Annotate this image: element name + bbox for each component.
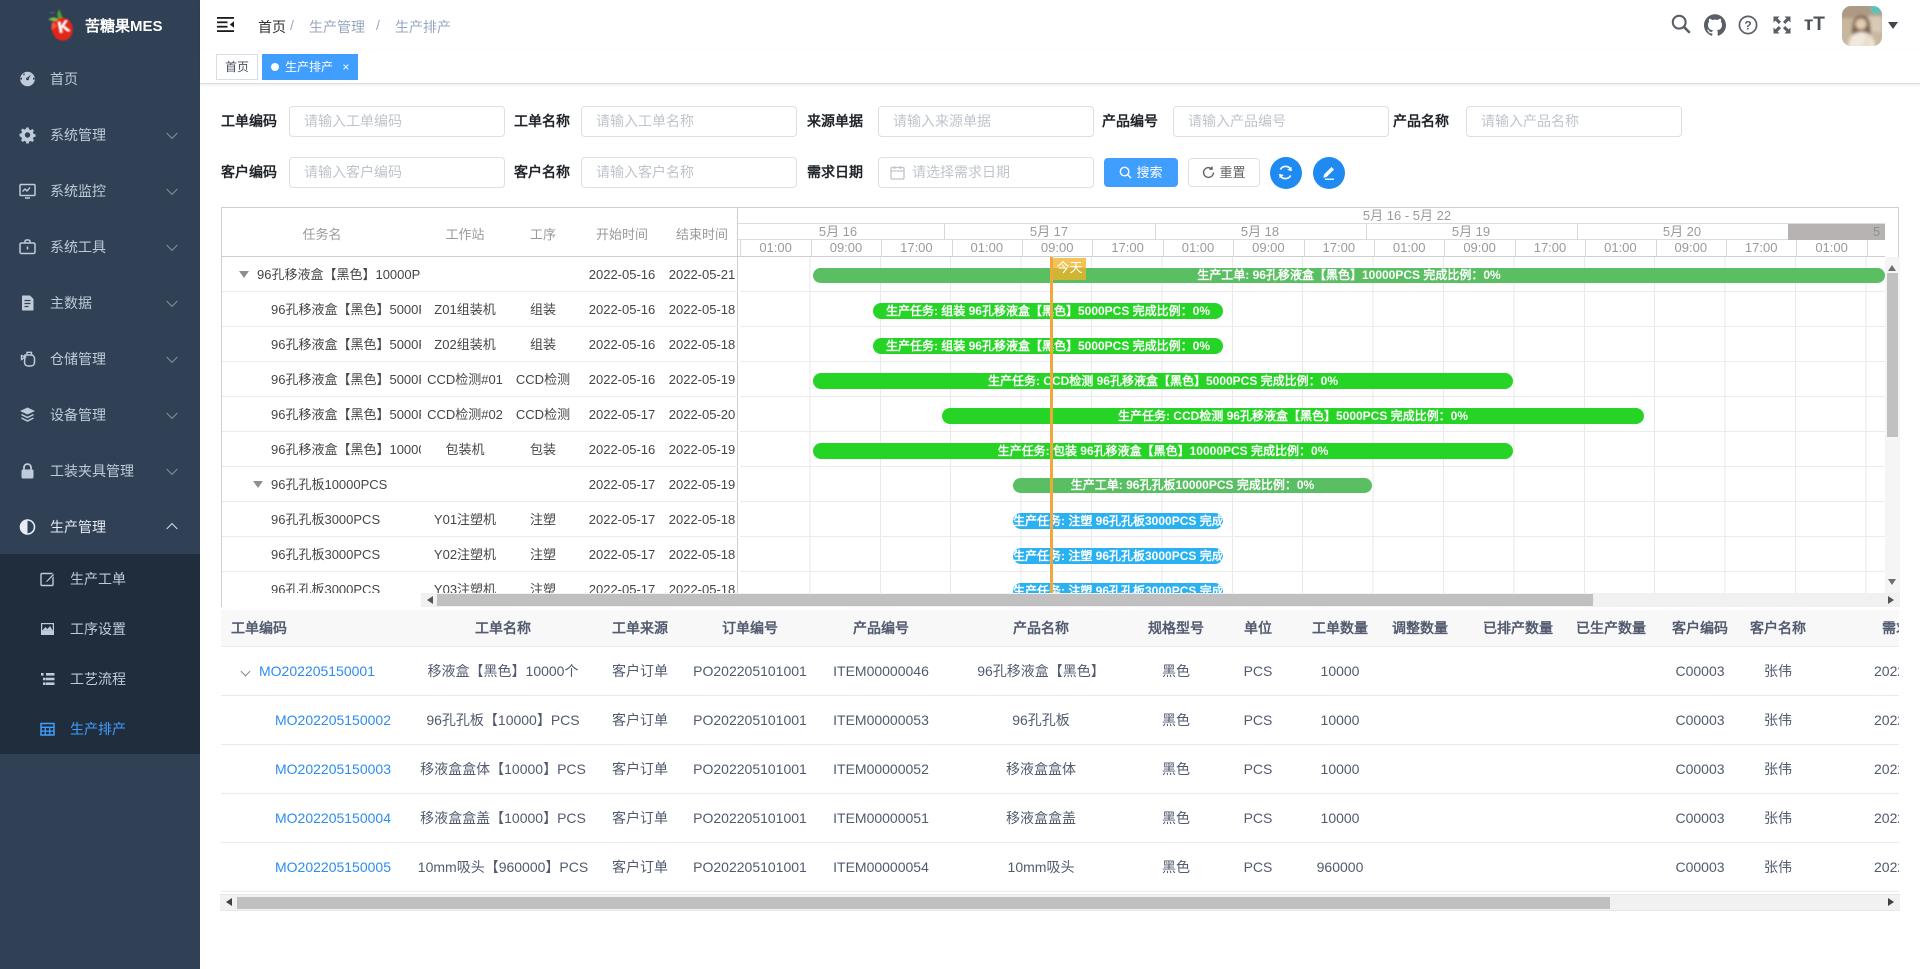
svg-text:?: ? bbox=[1744, 19, 1751, 33]
svg-text:K: K bbox=[56, 18, 71, 37]
